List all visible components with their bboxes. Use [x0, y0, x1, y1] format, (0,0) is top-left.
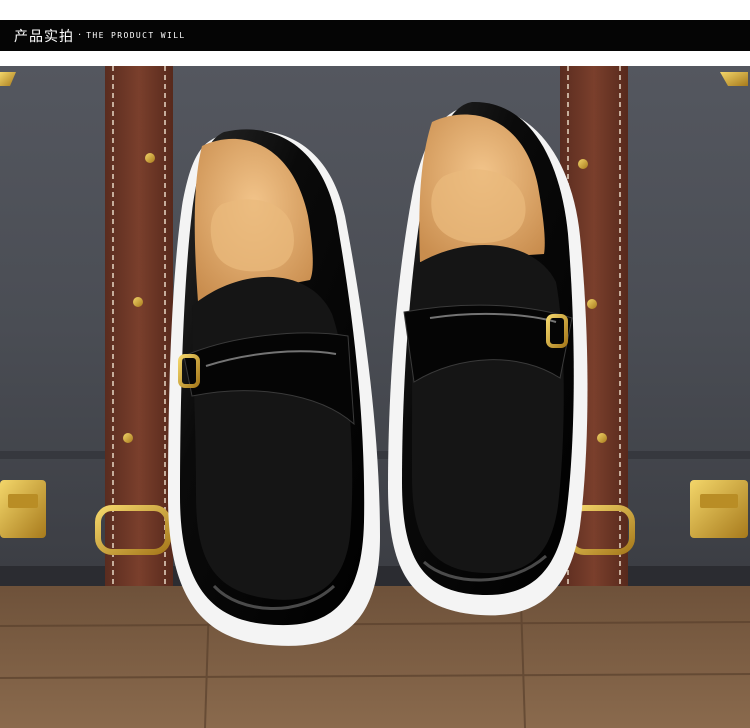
right-latch [690, 480, 748, 538]
section-subtitle: THE PRODUCT WILL [86, 31, 186, 40]
section-title: 产品实拍 [14, 28, 74, 45]
product-detail-page: 产品实拍 · THE PRODUCT WILL [0, 0, 750, 728]
right-shoe [388, 101, 588, 616]
section-header: 产品实拍 · THE PRODUCT WILL [0, 20, 750, 51]
product-photo [0, 66, 750, 728]
product-photo-illustration [0, 66, 750, 728]
wooden-floor [0, 571, 750, 728]
left-strap [95, 66, 173, 586]
title-separator: · [78, 30, 82, 41]
left-latch [0, 480, 46, 538]
